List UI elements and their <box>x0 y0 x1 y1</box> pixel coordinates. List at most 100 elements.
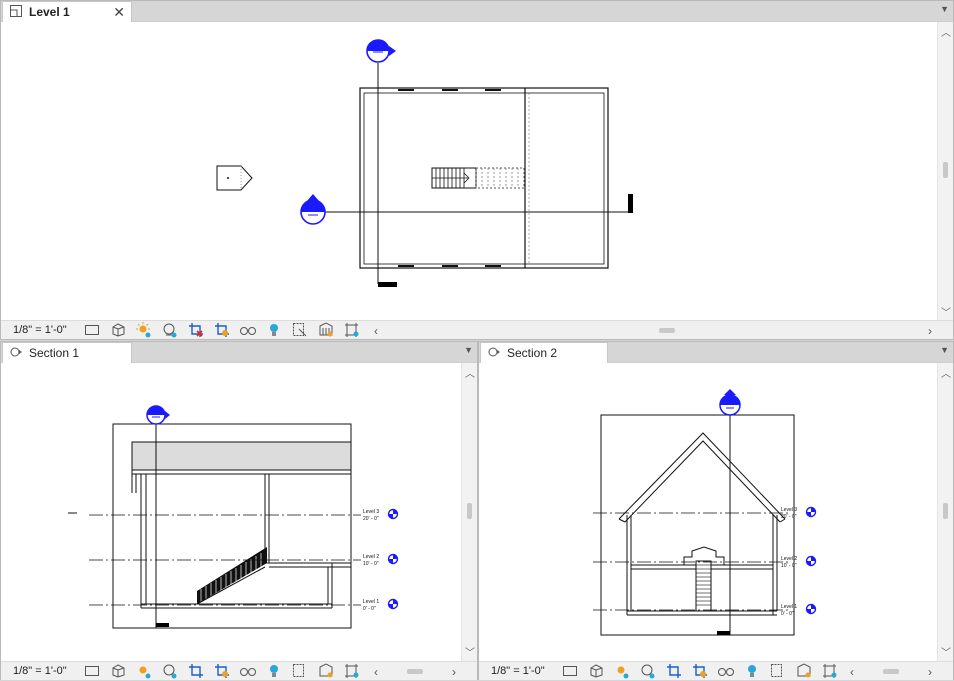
section1-drawing: Level 3 20' - 0" Level 2 10' - 0" Level … <box>68 405 399 629</box>
level-name: Level 1 <box>781 604 797 610</box>
level1-view-control-bar: 1/8" = 1'-0" ‹ › <box>1 320 953 339</box>
section1-tab-strip: Section 1 ▼ <box>1 342 477 363</box>
scroll-thumb[interactable] <box>659 328 675 333</box>
highlight-displacement-icon[interactable] <box>339 321 365 340</box>
analytical-model-icon[interactable] <box>791 662 817 681</box>
level1-floor-plan-drawing <box>216 39 633 287</box>
level-elevation: 0' - 0" <box>781 611 794 617</box>
scroll-down-icon[interactable]: ﹀ <box>938 304 954 319</box>
section2-tab-strip: Section 2 ▼ <box>479 342 953 363</box>
view-list-dropdown-icon[interactable]: ▼ <box>464 345 473 355</box>
show-crop-region-icon[interactable] <box>209 321 235 340</box>
view-scale[interactable]: 1/8" = 1'-0" <box>479 665 557 677</box>
temporary-view-properties-icon[interactable] <box>765 662 791 681</box>
crop-view-icon[interactable] <box>661 662 687 681</box>
reveal-hidden-icon[interactable] <box>739 662 765 681</box>
view-scale[interactable]: 1/8" = 1'-0" <box>1 324 79 336</box>
section2-vertical-scrollbar[interactable]: ︿ ﹀ <box>937 363 953 661</box>
section2-drawing: Level 3 20' - 0" Level 2 10' - 0" Level … <box>593 389 817 636</box>
level-elevation: 10' - 0" <box>363 561 379 567</box>
crop-view-icon[interactable] <box>183 662 209 681</box>
section1-canvas[interactable]: Level 3 20' - 0" Level 2 10' - 0" Level … <box>1 363 461 661</box>
scroll-thumb[interactable] <box>467 503 472 519</box>
analytical-model-icon[interactable] <box>313 321 339 340</box>
scroll-thumb[interactable] <box>943 162 948 178</box>
show-crop-region-icon[interactable] <box>209 662 235 681</box>
scroll-thumb[interactable] <box>883 669 899 674</box>
level-elevation: 10' - 0" <box>781 563 797 569</box>
scroll-thumb[interactable] <box>943 503 948 519</box>
temporary-view-properties-icon[interactable] <box>287 662 313 681</box>
view-control-icons <box>79 321 365 340</box>
shadows-icon[interactable] <box>157 662 183 681</box>
level-elevation: 20' - 0" <box>781 514 797 520</box>
temporary-hide-icon[interactable] <box>713 662 739 681</box>
scroll-down-icon[interactable]: ﹀ <box>938 644 954 659</box>
show-crop-region-icon[interactable] <box>687 662 713 681</box>
section1-vertical-scrollbar[interactable]: ︿ ﹀ <box>461 363 477 661</box>
temporary-hide-icon[interactable] <box>235 662 261 681</box>
tab-label: Section 1 <box>29 346 80 360</box>
scroll-up-icon[interactable]: ︿ <box>938 24 954 39</box>
detail-level-icon[interactable] <box>79 321 105 340</box>
scroll-right-icon[interactable]: › <box>923 324 937 338</box>
scroll-left-icon[interactable]: ‹ <box>369 665 383 679</box>
view-scale[interactable]: 1/8" = 1'-0" <box>1 665 79 677</box>
view-list-dropdown-icon[interactable]: ▼ <box>940 345 949 355</box>
section-view-icon <box>487 345 501 362</box>
shadows-icon[interactable] <box>157 321 183 340</box>
scroll-up-icon[interactable]: ︿ <box>462 365 478 380</box>
tab-section1[interactable]: Section 1 <box>2 342 132 363</box>
section2-horizontal-scrollbar[interactable]: ‹ › <box>845 662 937 681</box>
tab-label: Level 1 <box>29 5 70 19</box>
crop-view-icon[interactable] <box>183 321 209 340</box>
scroll-right-icon[interactable]: › <box>923 665 937 679</box>
reveal-hidden-icon[interactable] <box>261 662 287 681</box>
visual-style-icon[interactable] <box>105 662 131 681</box>
level-elevation: 0' - 0" <box>363 606 376 612</box>
visual-style-icon[interactable] <box>583 662 609 681</box>
level1-vertical-scrollbar[interactable]: ︿ ﹀ <box>937 22 953 321</box>
level-name: Level 1 <box>363 599 379 605</box>
scroll-up-icon[interactable]: ︿ <box>938 365 954 380</box>
scroll-down-icon[interactable]: ﹀ <box>462 644 478 659</box>
scroll-left-icon[interactable]: ‹ <box>369 324 383 338</box>
tab-level1[interactable]: Level 1 ✕ <box>2 1 132 22</box>
level-name: Level 3 <box>363 509 379 515</box>
view-control-icons <box>79 662 365 681</box>
level1-horizontal-scrollbar[interactable]: ‹ › <box>369 321 937 340</box>
section1-view-control-bar: 1/8" = 1'-0" ‹ › <box>1 661 477 680</box>
scroll-right-icon[interactable]: › <box>447 665 461 679</box>
section2-view-pane: Section 2 ▼ Level 3 20' - 0" Level 2 10'… <box>478 341 954 680</box>
highlight-displacement-icon[interactable] <box>817 662 843 681</box>
sun-path-icon[interactable] <box>131 321 157 340</box>
analytical-model-icon[interactable] <box>313 662 339 681</box>
section1-horizontal-scrollbar[interactable]: ‹ › <box>369 662 461 681</box>
section2-canvas[interactable]: Level 3 20' - 0" Level 2 10' - 0" Level … <box>479 363 937 661</box>
level1-canvas[interactable] <box>1 22 937 321</box>
temporary-hide-icon[interactable] <box>235 321 261 340</box>
view-list-dropdown-icon[interactable]: ▼ <box>940 4 949 14</box>
temporary-view-properties-icon[interactable] <box>287 321 313 340</box>
close-icon[interactable]: ✕ <box>113 4 125 21</box>
sun-path-icon[interactable] <box>609 662 635 681</box>
detail-level-icon[interactable] <box>79 662 105 681</box>
tab-section2[interactable]: Section 2 <box>480 342 608 363</box>
sun-path-icon[interactable] <box>131 662 157 681</box>
level-name: Level 2 <box>781 556 797 562</box>
detail-level-icon[interactable] <box>557 662 583 681</box>
scroll-left-icon[interactable]: ‹ <box>845 665 859 679</box>
tab-label: Section 2 <box>507 346 558 360</box>
shadows-icon[interactable] <box>635 662 661 681</box>
level1-tab-strip: Level 1 ✕ ▼ <box>1 1 953 22</box>
floor-plan-icon <box>9 4 23 21</box>
reveal-hidden-icon[interactable] <box>261 321 287 340</box>
scroll-thumb[interactable] <box>407 669 423 674</box>
visual-style-icon[interactable] <box>105 321 131 340</box>
highlight-displacement-icon[interactable] <box>339 662 365 681</box>
view-control-icons <box>557 662 843 681</box>
level-name: Level 3 <box>781 507 797 513</box>
section2-view-control-bar: 1/8" = 1'-0" ‹ › <box>479 661 953 680</box>
level1-view-pane: Level 1 ✕ ▼ ︿ ﹀ 1/8" = 1'-0" ‹ › <box>0 0 954 340</box>
level-elevation: 20' - 0" <box>363 516 379 522</box>
